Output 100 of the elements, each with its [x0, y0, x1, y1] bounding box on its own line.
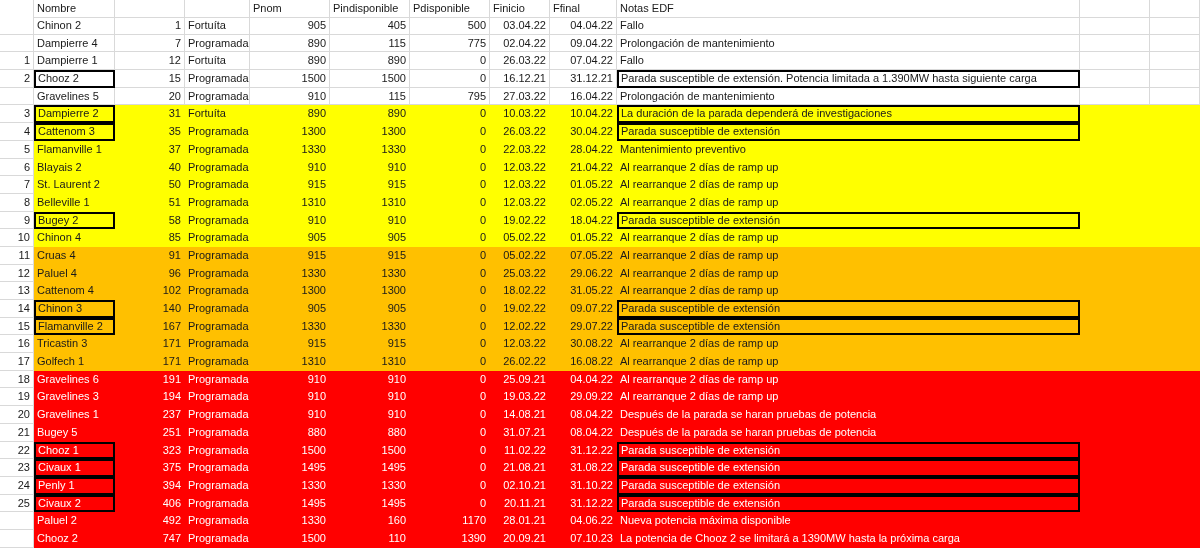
table-cell: 07.10.23: [550, 529, 617, 548]
table-cell: Parada susceptible de extensión: [617, 459, 1080, 477]
table-cell: 1300: [250, 123, 330, 141]
table-cell: 905: [250, 300, 330, 318]
table-cell: 0: [410, 229, 490, 247]
table-cell: Bugey 2: [34, 211, 115, 230]
table-cell: Fortuíta: [185, 17, 250, 35]
table-cell: Cattenom 4: [34, 282, 115, 300]
row-number: 10: [0, 229, 34, 247]
table-cell: 85: [115, 229, 185, 247]
table-cell: Parada susceptible de extensión: [617, 211, 1080, 230]
table-cell: Parada susceptible de extensión: [617, 476, 1080, 495]
table-cell: 51: [115, 193, 185, 212]
row-number: 2: [0, 70, 34, 88]
table-cell: 910: [250, 406, 330, 424]
table-cell: Gravelines 5: [34, 87, 115, 106]
table-cell: 26.03.22: [490, 123, 550, 141]
table-cell: Chooz 1: [34, 441, 115, 460]
table-cell: 747: [115, 529, 185, 548]
table-cell: Programada: [185, 300, 250, 318]
table-cell: Penly 1: [34, 476, 115, 495]
table-cell: 04.04.22: [550, 17, 617, 35]
table-cell: 405: [330, 17, 410, 35]
table-cell: 01.05.22: [550, 176, 617, 194]
table-cell: Parada susceptible de extensión: [617, 494, 1080, 513]
table-cell: Cattenom 3: [34, 123, 115, 141]
row-number: 14: [0, 300, 34, 318]
table-cell: 0: [410, 406, 490, 424]
table-cell: Nueva potencia máxima disponible: [617, 512, 1080, 530]
table-cell: Programada: [185, 123, 250, 141]
table-cell: 1330: [250, 476, 330, 495]
table-cell: 20.09.21: [490, 529, 550, 548]
column-header: Ffinal: [550, 0, 617, 18]
row-number: 17: [0, 353, 34, 371]
table-cell: 14.08.21: [490, 406, 550, 424]
table-cell: 50: [115, 176, 185, 194]
table-cell: Parada susceptible de extensión: [617, 300, 1080, 318]
table-cell: Cruas 4: [34, 246, 115, 265]
table-cell: Bugey 5: [34, 423, 115, 442]
table-cell: Programada: [185, 423, 250, 442]
row-number: 3: [0, 105, 34, 124]
column-header: Notas EDF: [617, 0, 1080, 18]
table-cell: 915: [330, 176, 410, 194]
table-cell: 915: [330, 246, 410, 265]
table-cell: Dampierre 1: [34, 52, 115, 71]
table-cell: 0: [410, 300, 490, 318]
table-cell: 1330: [250, 140, 330, 159]
table-cell: 19.02.22: [490, 300, 550, 318]
column-header: Pindisponible: [330, 0, 410, 18]
table-cell: Belleville 1: [34, 193, 115, 212]
table-cell: La potencia de Chooz 2 se limitará a 1390MW hasta la próxima carga: [617, 529, 1080, 548]
table-cell: Programada: [185, 512, 250, 530]
table-cell: 160: [330, 512, 410, 530]
table-cell: 16.08.22: [550, 353, 617, 371]
table-cell: Parada susceptible de extensión: [617, 317, 1080, 336]
table-cell: 1310: [330, 353, 410, 371]
table-cell: Programada: [185, 459, 250, 477]
table-cell: Golfech 1: [34, 353, 115, 371]
table-cell: Después de la parada se haran pruebas de potencia: [617, 423, 1080, 442]
table-cell: 37: [115, 140, 185, 159]
table-cell: Programada: [185, 229, 250, 247]
table-cell: Chinon 4: [34, 229, 115, 247]
table-cell: 1310: [250, 353, 330, 371]
table-cell: 1330: [330, 476, 410, 495]
table-cell: 12.03.22: [490, 193, 550, 212]
table-cell: Programada: [185, 70, 250, 88]
table-cell: 905: [330, 229, 410, 247]
table-cell: 0: [410, 140, 490, 159]
table-cell: 0: [410, 123, 490, 141]
table-cell: Parada susceptible de extensión: [617, 441, 1080, 460]
table-cell: Programada: [185, 193, 250, 212]
table-cell: Dampierre 2: [34, 105, 115, 124]
table-cell: 910: [330, 406, 410, 424]
table-cell: Programada: [185, 140, 250, 159]
row-number: 7: [0, 176, 34, 194]
table-cell: Flamanville 1: [34, 140, 115, 159]
table-cell: 0: [410, 353, 490, 371]
table-cell: 880: [250, 423, 330, 442]
table-cell: 394: [115, 476, 185, 495]
table-cell: Programada: [185, 176, 250, 194]
table-cell: 251: [115, 423, 185, 442]
table-cell: 1495: [330, 459, 410, 477]
table-cell: 1310: [250, 193, 330, 212]
table-cell: 237: [115, 406, 185, 424]
table-cell: 0: [410, 423, 490, 442]
table-cell: 905: [250, 17, 330, 35]
table-cell: 31.10.22: [550, 476, 617, 495]
table-cell: 09.07.22: [550, 300, 617, 318]
table-cell: Fallo: [617, 52, 1080, 71]
table-cell: 30.04.22: [550, 123, 617, 141]
table-cell: 28.04.22: [550, 140, 617, 159]
table-cell: 905: [250, 229, 330, 247]
table-cell: 880: [330, 423, 410, 442]
table-cell: 110: [330, 529, 410, 548]
table-cell: Prolongación de mantenimiento: [617, 87, 1080, 106]
table-cell: Chooz 2: [34, 529, 115, 548]
table-cell: La duración de la parada dependerá de investigaciones: [617, 105, 1080, 124]
table-cell: 0: [410, 476, 490, 495]
row-number: 13: [0, 282, 34, 300]
table-cell: 375: [115, 459, 185, 477]
